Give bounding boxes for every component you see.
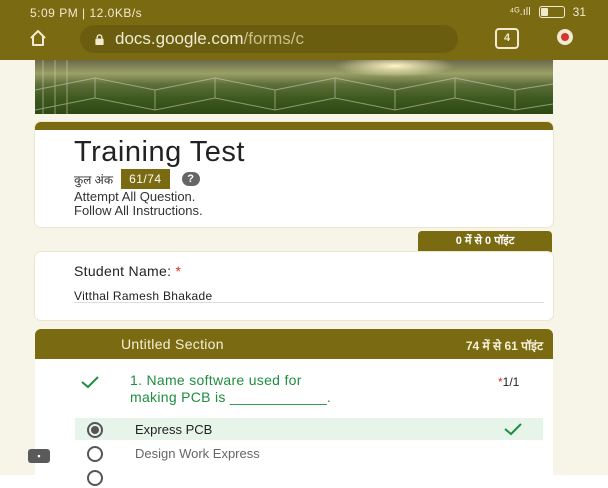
- answer-underline: [74, 302, 544, 303]
- required-marker: *: [175, 263, 182, 279]
- option-label: Express PCB: [135, 422, 213, 437]
- check-icon: [81, 376, 99, 389]
- total-score-label: कुल अंक: [74, 172, 114, 187]
- menu-icon[interactable]: [557, 29, 573, 45]
- question-label: Student Name: *: [74, 263, 182, 279]
- help-icon[interactable]: ?: [181, 172, 200, 186]
- form-description: Attempt All Question. Follow All Instruc…: [74, 190, 203, 218]
- name-question-card: Student Name: * Vitthal Ramesh Bhakade: [35, 252, 553, 320]
- question-text: 1. Name software used for making PCB is …: [130, 372, 332, 405]
- form-header-card: Training Test कुल अंक 61/74 ? Attempt Al…: [35, 122, 553, 227]
- net-pattern: [35, 60, 553, 114]
- description-line: Attempt All Question.: [74, 189, 196, 204]
- description-line: Follow All Instructions.: [74, 203, 203, 218]
- points-badge: 0 में से 0 पॉइंट: [418, 231, 552, 252]
- home-icon[interactable]: [28, 28, 48, 48]
- radio-selected[interactable]: [87, 422, 103, 438]
- option-next-partial[interactable]: [75, 466, 543, 488]
- option-express-pcb[interactable]: Express PCB: [75, 418, 543, 440]
- signal-icon: ⁴ᴳ.ıll: [509, 6, 531, 18]
- status-time: 5:09 PM | 12.0KB/s: [30, 6, 143, 20]
- score-badge: 61/74: [121, 169, 170, 189]
- feedback-icon[interactable]: ▪: [28, 449, 50, 463]
- option-design-work-express[interactable]: Design Work Express: [75, 442, 543, 464]
- section-header: Untitled Section 74 में से 61 पॉइंट: [35, 329, 553, 359]
- question-score: *1/1: [498, 375, 520, 389]
- header-image: [35, 60, 553, 114]
- url-host: docs.google.com: [115, 29, 244, 48]
- lock-icon: [95, 33, 104, 45]
- radio-unselected[interactable]: [87, 446, 103, 462]
- tabs-icon[interactable]: 4: [495, 28, 519, 49]
- url-bar[interactable]: docs.google.com/forms/c: [80, 25, 458, 53]
- question-card: 1. Name software used for making PCB is …: [35, 359, 553, 486]
- form-title: Training Test: [74, 136, 245, 168]
- status-icons: ⁴ᴳ.ıll 31: [509, 5, 586, 19]
- radio-unselected[interactable]: [87, 470, 103, 486]
- battery-icon: [538, 6, 565, 18]
- score-row: कुल अंक 61/74 ?: [74, 169, 200, 189]
- option-label: Design Work Express: [135, 446, 260, 461]
- battery-level: 31: [572, 5, 586, 19]
- check-icon: [504, 423, 522, 436]
- url-path: /forms/c: [243, 29, 304, 48]
- answer-text: Vitthal Ramesh Bhakade: [74, 289, 213, 303]
- browser-chrome: 5:09 PM | 12.0KB/s ⁴ᴳ.ıll 31 docs.google…: [0, 0, 608, 60]
- section-title: Untitled Section: [121, 336, 224, 352]
- section-points: 74 में से 61 पॉइंट: [465, 339, 543, 353]
